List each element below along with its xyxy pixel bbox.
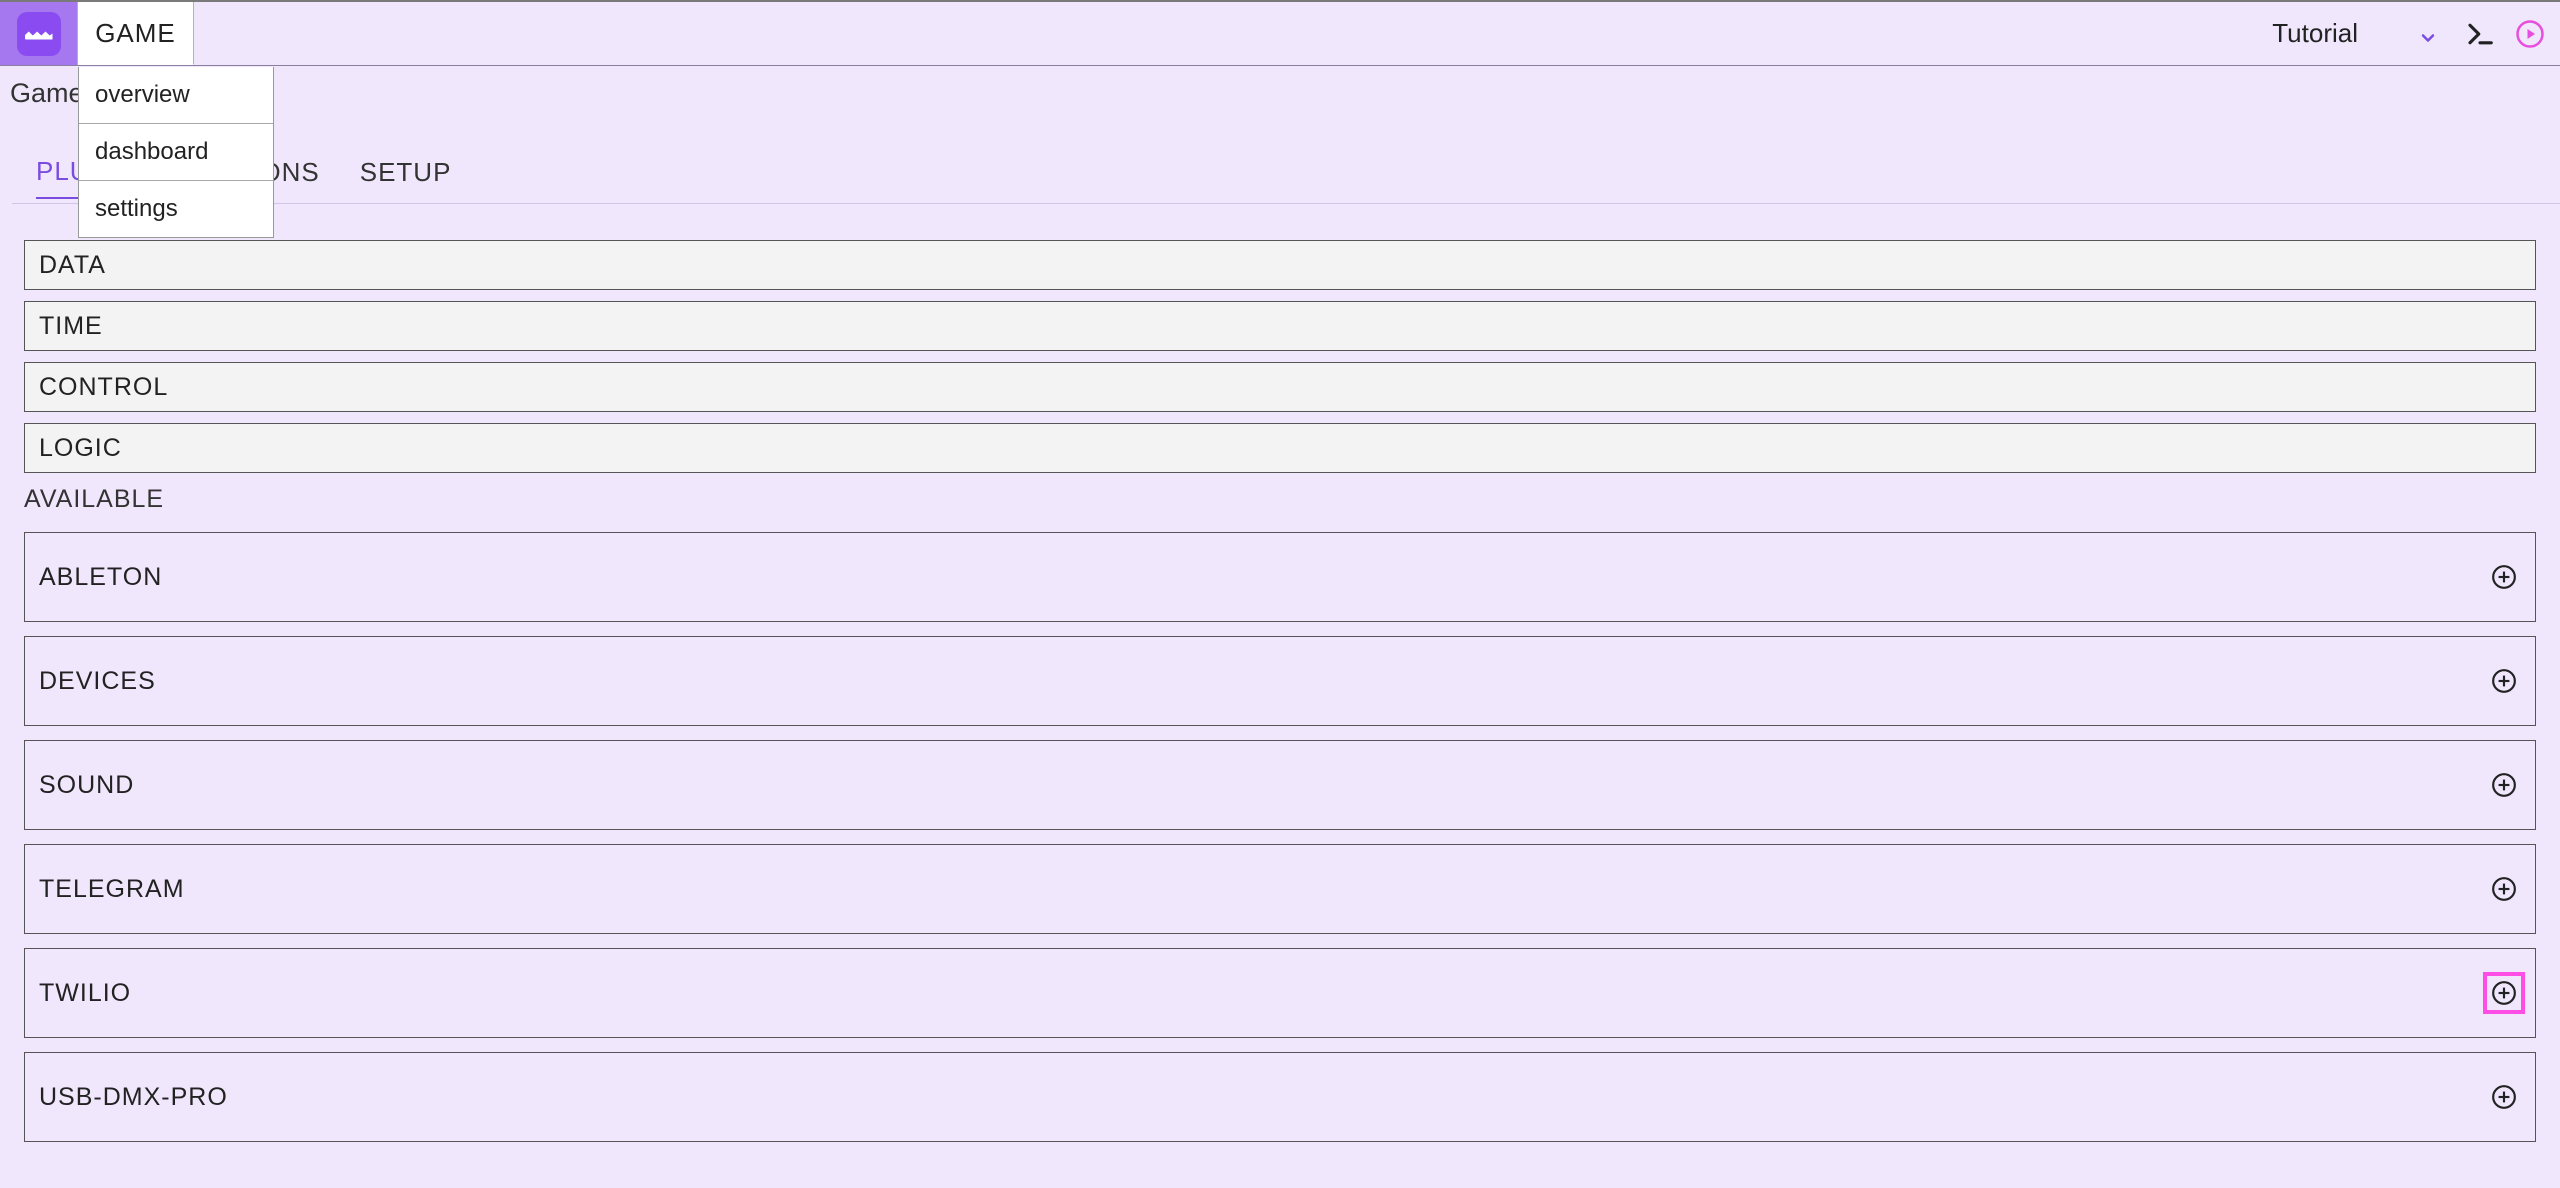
play-icon[interactable] (2514, 18, 2546, 50)
add-button-devices[interactable] (2489, 666, 2519, 696)
plugin-data-label: DATA (39, 251, 106, 280)
content-area: DATA TIME CONTROL LOGIC AVAILABLE ABLETO… (24, 240, 2536, 1156)
plugin-logic-label: LOGIC (39, 434, 122, 463)
project-selector[interactable]: Tutorial (2264, 14, 2446, 53)
available-row-sound[interactable]: SOUND (24, 740, 2536, 830)
add-button-sound[interactable] (2489, 770, 2519, 800)
tab-setup-label: SETUP (360, 157, 452, 187)
dropdown-item-overview[interactable]: overview (79, 67, 273, 123)
tab-setup[interactable]: SETUP (360, 157, 452, 198)
available-telegram-label: TELEGRAM (39, 875, 185, 904)
available-usbdmxpro-label: USB-DMX-PRO (39, 1083, 228, 1112)
available-ableton-label: ABLETON (39, 563, 162, 592)
add-button-ableton[interactable] (2489, 562, 2519, 592)
available-section-label: AVAILABLE (24, 485, 2536, 514)
logo-icon (17, 12, 61, 56)
plugin-time-label: TIME (39, 312, 103, 341)
available-row-ableton[interactable]: ABLETON (24, 532, 2536, 622)
available-row-telegram[interactable]: TELEGRAM (24, 844, 2536, 934)
dropdown-settings-label: settings (95, 195, 178, 222)
add-button-telegram[interactable] (2489, 874, 2519, 904)
available-row-usb-dmx-pro[interactable]: USB-DMX-PRO (24, 1052, 2536, 1142)
dropdown-item-settings[interactable]: settings (79, 180, 273, 237)
available-twilio-label: TWILIO (39, 979, 131, 1008)
dropdown-dashboard-label: dashboard (95, 138, 208, 165)
game-dropdown: overview dashboard settings (78, 67, 274, 238)
menu-game-label: GAME (95, 18, 176, 49)
dropdown-overview-label: overview (95, 81, 190, 108)
topbar-right: Tutorial (2264, 2, 2560, 65)
tabs-bar: PLUGINS ACTIONS SETUP (12, 152, 2560, 204)
plugin-row-data[interactable]: DATA (24, 240, 2536, 290)
available-sound-label: SOUND (39, 771, 134, 800)
plugin-control-label: CONTROL (39, 373, 168, 402)
chevron-down-icon (2418, 24, 2438, 44)
top-bar: GAME Tutorial (0, 2, 2560, 66)
available-devices-label: DEVICES (39, 667, 156, 696)
project-selector-label: Tutorial (2272, 18, 2358, 49)
available-row-devices[interactable]: DEVICES (24, 636, 2536, 726)
app-logo[interactable] (0, 2, 78, 65)
add-button-twilio[interactable] (2489, 978, 2519, 1008)
plugin-row-logic[interactable]: LOGIC (24, 423, 2536, 473)
menu-game[interactable]: GAME (78, 2, 194, 65)
plugin-row-time[interactable]: TIME (24, 301, 2536, 351)
dropdown-item-dashboard[interactable]: dashboard (79, 123, 273, 180)
plugin-row-control[interactable]: CONTROL (24, 362, 2536, 412)
available-row-twilio[interactable]: TWILIO (24, 948, 2536, 1038)
add-button-usb-dmx-pro[interactable] (2489, 1082, 2519, 1112)
terminal-icon[interactable] (2464, 18, 2496, 50)
